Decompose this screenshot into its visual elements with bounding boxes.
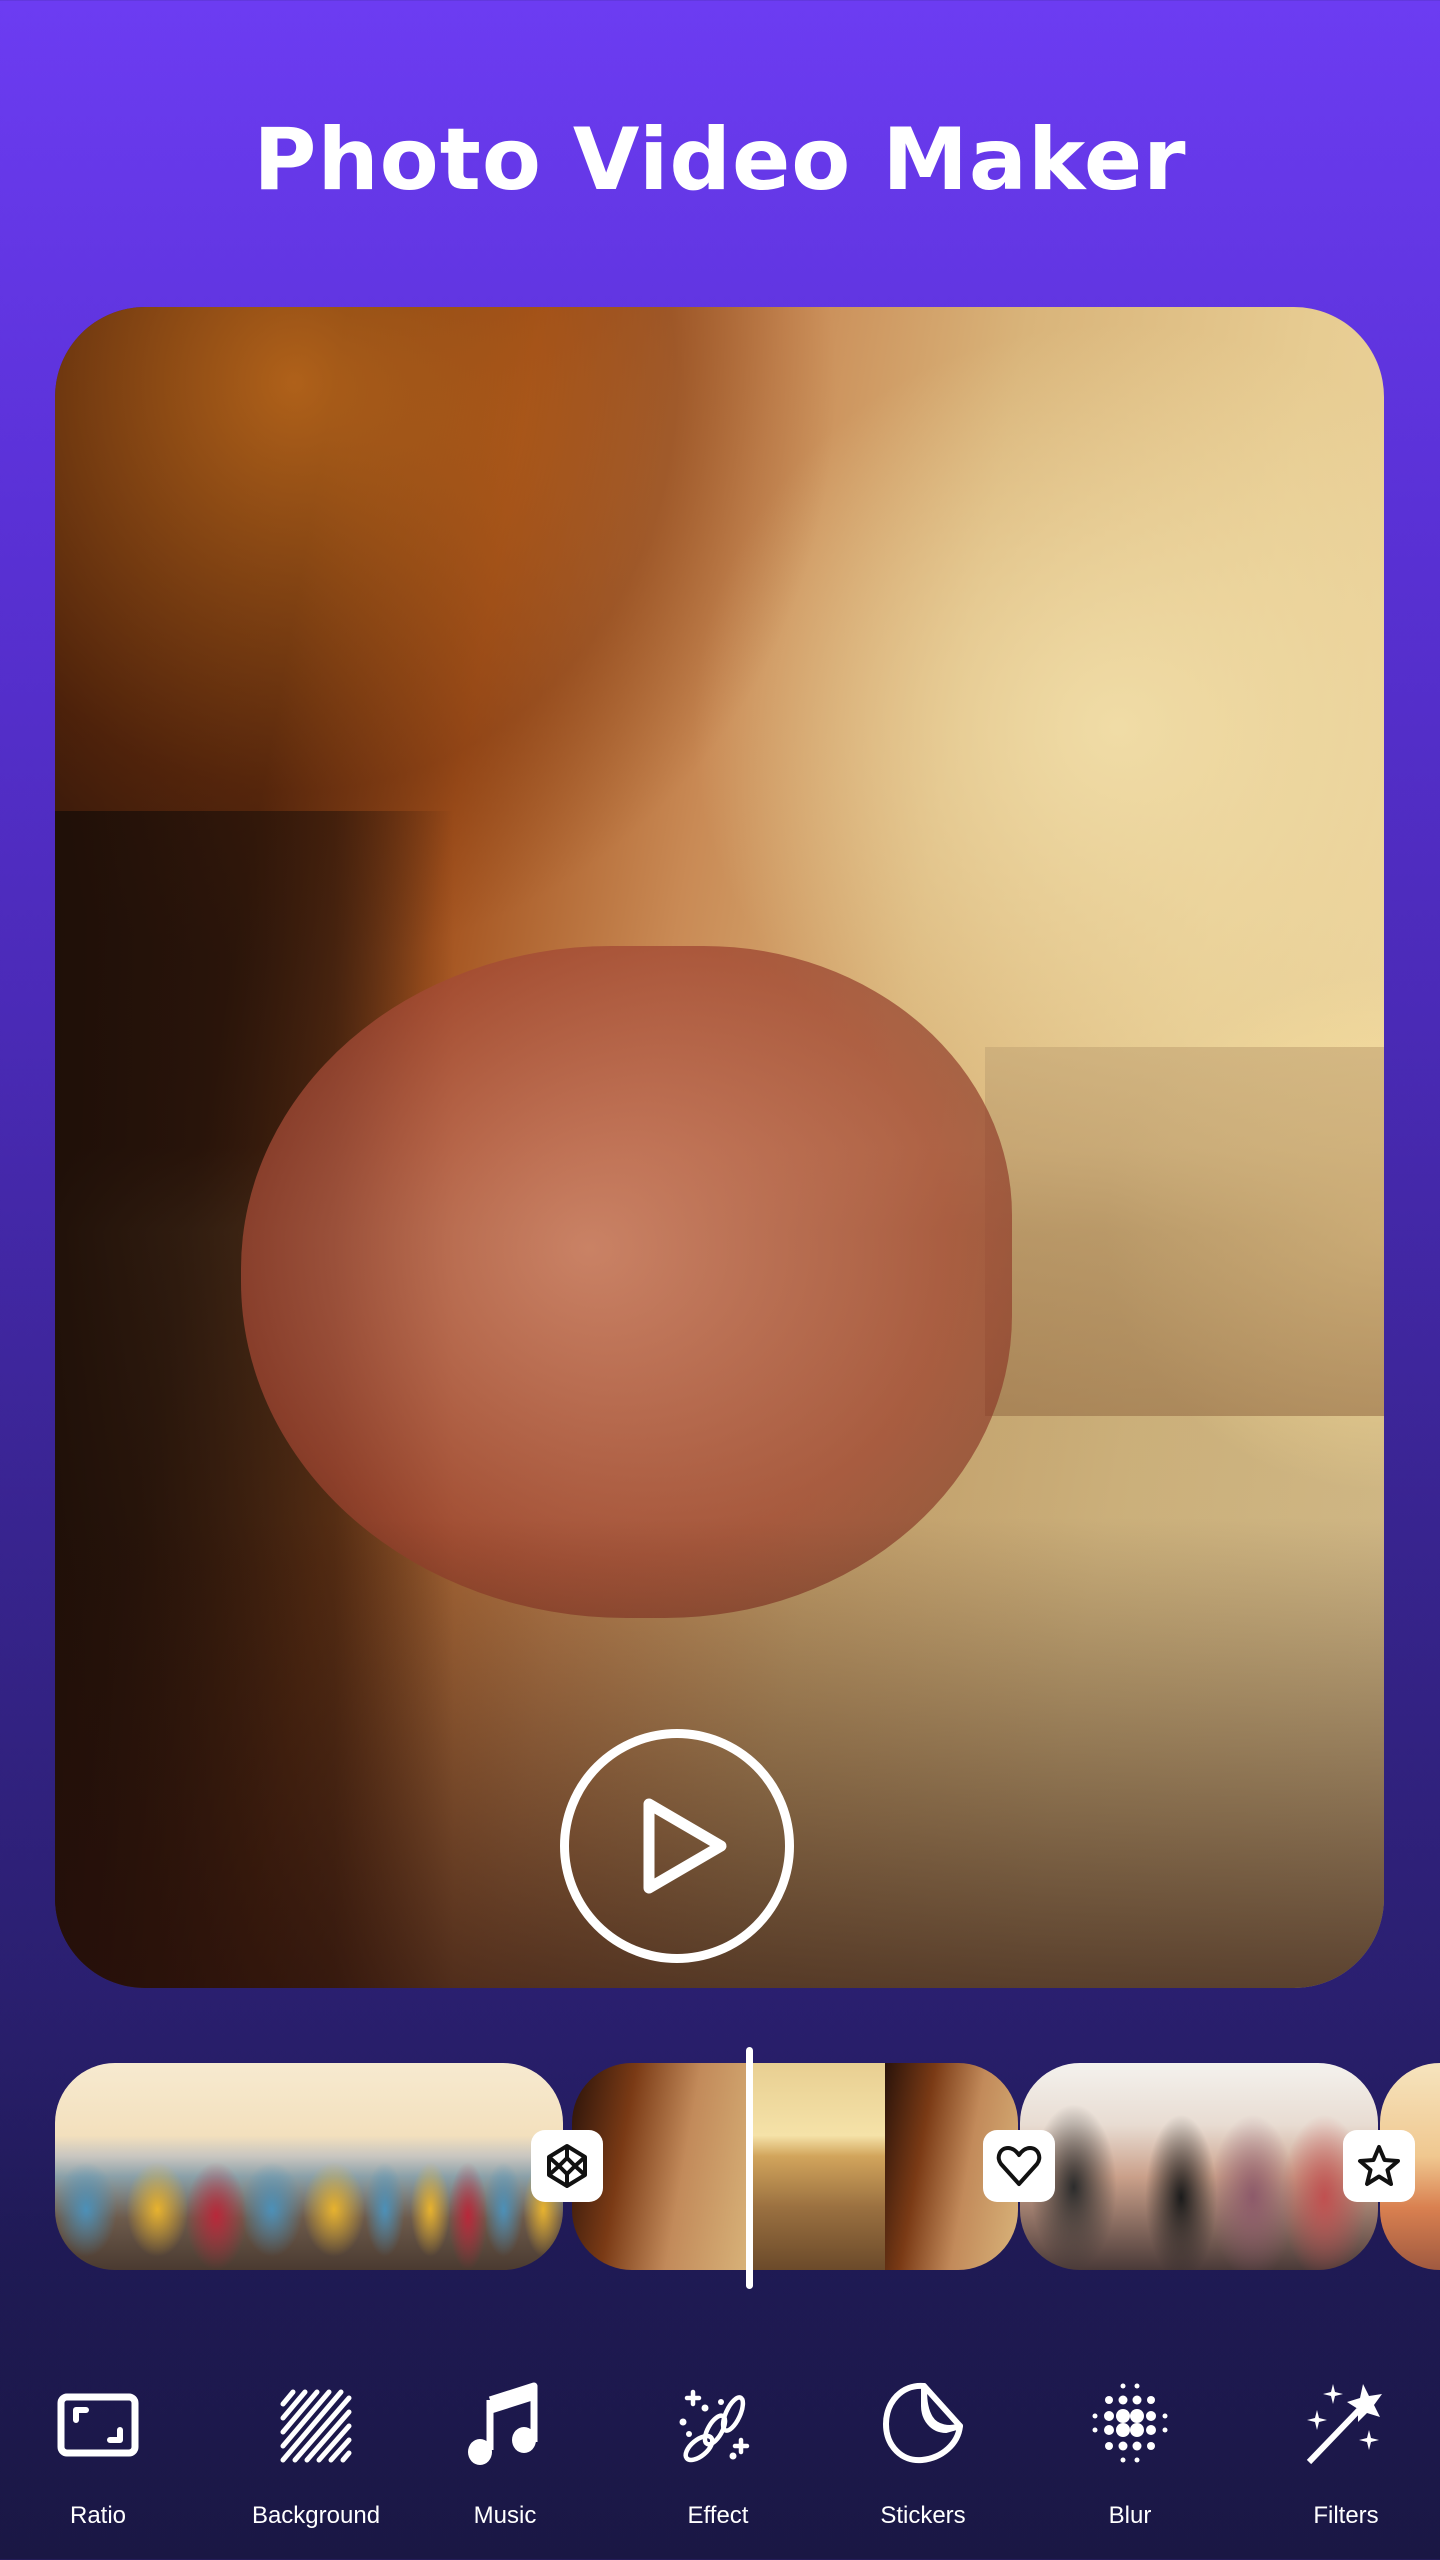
bottom-toolbar: Ratio Background Music Effect Stickers B…: [0, 2380, 1440, 2540]
music-icon: [468, 2382, 538, 2465]
clip-frame: [55, 2063, 365, 2270]
effect-icon: [679, 2389, 750, 2463]
tool-stickers[interactable]: Stickers: [833, 2380, 1013, 2530]
timeline-strip[interactable]: [0, 2063, 1440, 2270]
clip-frame: [752, 2063, 885, 2270]
play-icon: [643, 1798, 727, 1894]
tool-filters[interactable]: Filters: [1256, 2380, 1436, 2530]
timeline-clip-beach-friends[interactable]: [55, 2063, 563, 2270]
play-button[interactable]: [560, 1729, 794, 1963]
app-title: Photo Video Maker: [253, 110, 1187, 210]
tool-music[interactable]: Music: [415, 2380, 595, 2530]
timeline-playhead[interactable]: [746, 2047, 753, 2289]
stickers-icon: [883, 2382, 963, 2464]
filters-icon: [1306, 2384, 1382, 2465]
timeline-clip-guitar-sunset[interactable]: [572, 2063, 1018, 2270]
tool-effect[interactable]: Effect: [628, 2380, 808, 2530]
tool-label: Blur: [1108, 2502, 1152, 2529]
transition-button-heart[interactable]: [983, 2130, 1055, 2202]
video-preview[interactable]: [55, 307, 1384, 1988]
clip-frame: [1020, 2063, 1378, 2270]
timeline-clip-party-confetti[interactable]: [1020, 2063, 1378, 2270]
blur-icon: [1092, 2383, 1168, 2463]
heart-transition-icon: [996, 2146, 1042, 2186]
ratio-icon: [57, 2393, 139, 2457]
tool-label: Ratio: [69, 2502, 127, 2529]
tool-label: Music: [473, 2502, 537, 2529]
preview-image-sea: [985, 1046, 1384, 1417]
tool-label: Background: [251, 2502, 381, 2529]
cube-transition-icon: [547, 2144, 587, 2188]
tool-blur[interactable]: Blur: [1040, 2380, 1220, 2530]
transition-button-cube[interactable]: [531, 2130, 603, 2202]
transition-button-star[interactable]: [1343, 2130, 1415, 2202]
tool-ratio[interactable]: Ratio: [8, 2380, 188, 2530]
tool-label: Effect: [687, 2502, 749, 2529]
background-icon: [280, 2389, 352, 2463]
tool-label: Stickers: [880, 2502, 966, 2529]
star-transition-icon: [1358, 2145, 1400, 2186]
tool-label: Filters: [1313, 2502, 1379, 2529]
tool-background[interactable]: Background: [226, 2380, 406, 2530]
